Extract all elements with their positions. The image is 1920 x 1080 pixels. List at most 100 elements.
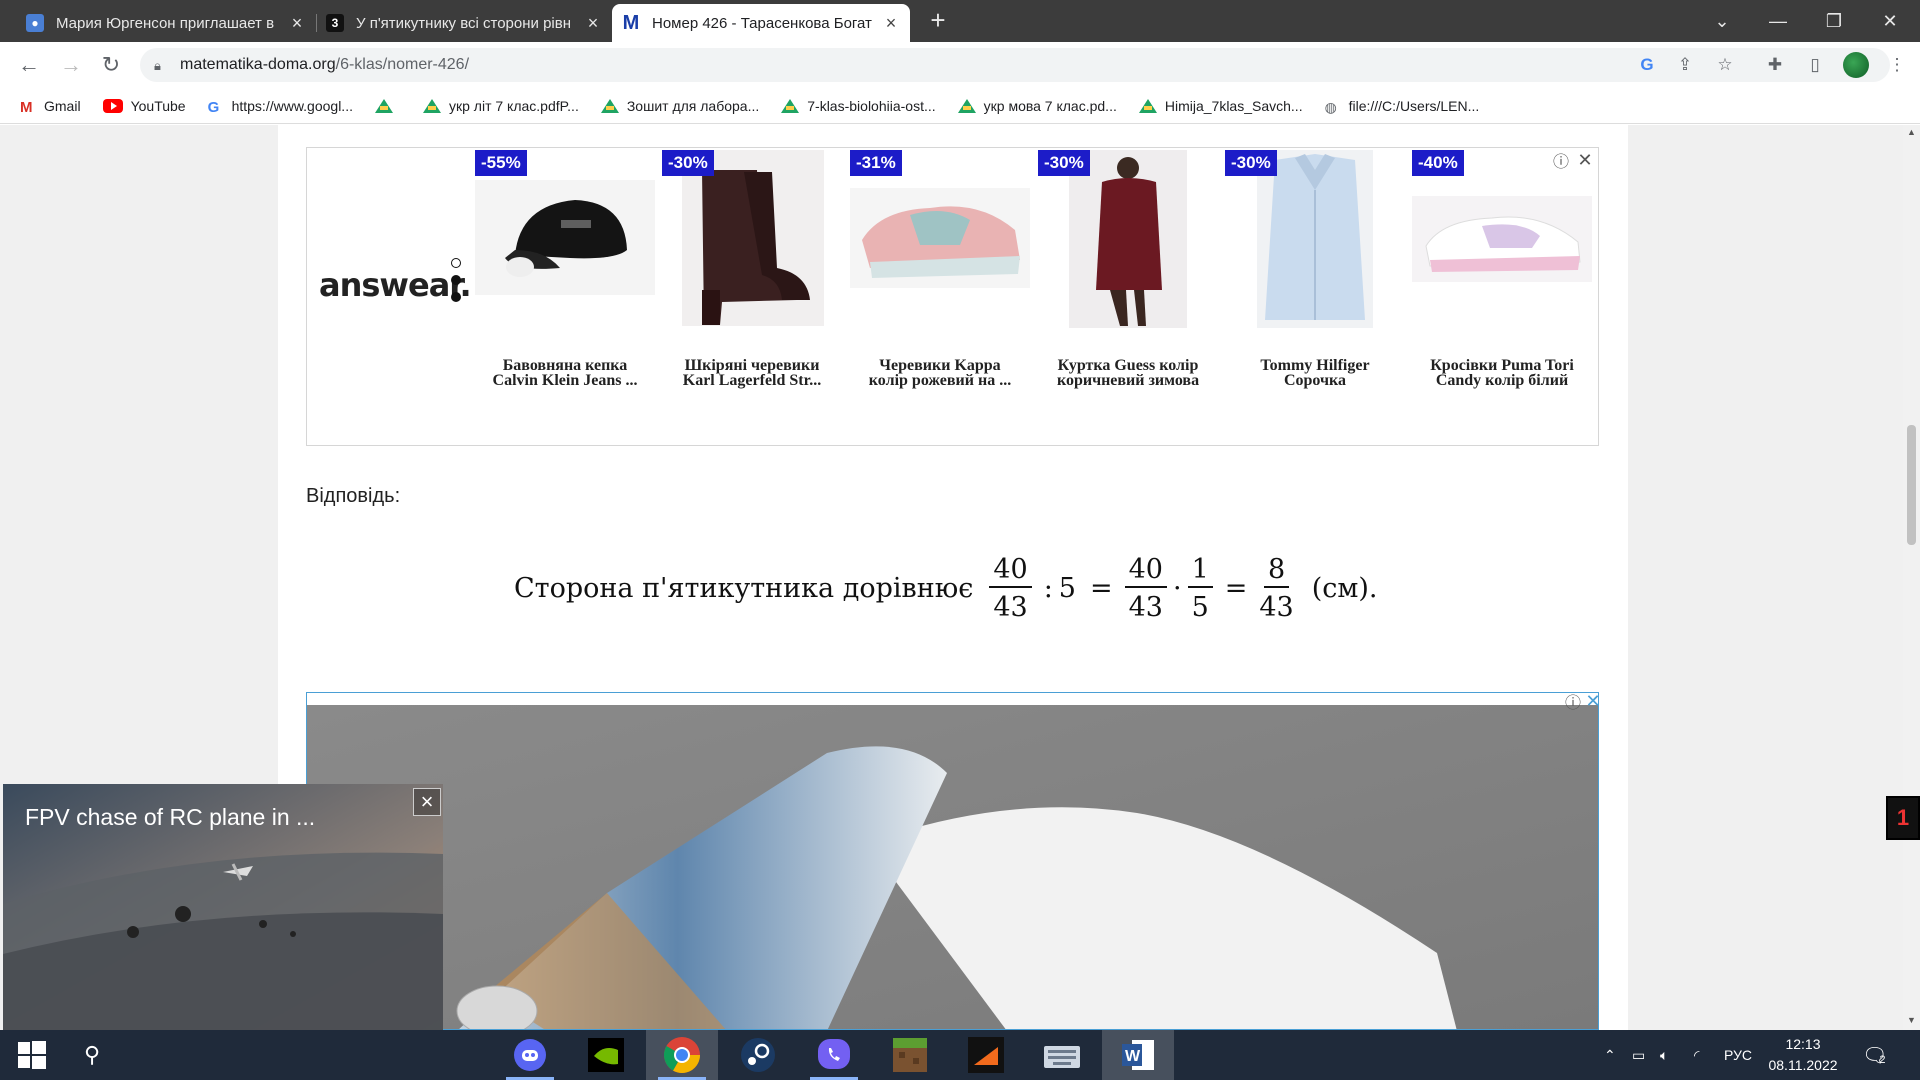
bookmark-gmail[interactable]: M Gmail — [20, 98, 81, 116]
menu-icon[interactable]: ⋮ — [1886, 54, 1908, 76]
drive-icon — [781, 98, 800, 113]
bookmark-drive[interactable] — [374, 98, 401, 113]
bookmark-label: 7-klas-biolohiia-ost... — [807, 97, 936, 114]
taskbar-word[interactable]: W — [1102, 1030, 1174, 1080]
carousel-dot[interactable] — [451, 258, 461, 268]
ad-info-icon[interactable]: ⓘ — [1563, 693, 1583, 712]
bookmark-star-icon[interactable]: ☆ — [1714, 54, 1736, 76]
new-tab-button[interactable]: + — [925, 7, 951, 34]
product-image-boots — [662, 150, 842, 330]
scroll-up-icon[interactable]: ▲ — [1907, 127, 1916, 137]
ad-top-strip — [307, 693, 1598, 705]
viber-icon — [818, 1039, 850, 1069]
side-widget-button[interactable]: 1 — [1886, 796, 1920, 840]
formula-operator: = — [1089, 572, 1113, 604]
share-icon[interactable]: ⇪ — [1674, 54, 1696, 76]
restore-icon[interactable]: ❐ — [1806, 0, 1862, 42]
formula-operator: = — [1224, 572, 1248, 604]
discord-icon — [514, 1039, 546, 1071]
bookmark-label: Himija_7klas_Savch... — [1164, 97, 1303, 114]
browser-toolbar: ← → ↻ 🔒︎ matematika-doma.org/6-klas/nome… — [0, 42, 1920, 88]
wifi-icon[interactable]: ◜ — [1694, 1030, 1699, 1080]
search-icon[interactable]: ⚲ — [64, 1030, 120, 1080]
bookmark-biology[interactable]: 7-klas-biolohiia-ost... — [781, 97, 936, 114]
tab-2[interactable]: 3 У п'ятикутнику всі сторони рівн × — [316, 4, 612, 42]
bookmark-google[interactable]: Ghttps://www.googl... — [207, 98, 353, 116]
discount-badge: -40% — [1412, 150, 1464, 176]
profile-avatar[interactable] — [1843, 52, 1869, 78]
carousel-dot[interactable] — [451, 292, 461, 302]
product-image-white-sneakers — [1412, 150, 1592, 330]
close-icon[interactable]: × — [413, 788, 441, 816]
tab-search-icon[interactable]: ⌄ — [1694, 0, 1750, 42]
bookmark-youtube[interactable]: YouTube — [102, 98, 186, 114]
bookmark-local-file[interactable]: ◍ file:///C:/Users/LEN... — [1325, 98, 1480, 115]
scrollbar-thumb[interactable] — [1907, 425, 1916, 545]
language-indicator[interactable]: РУС — [1724, 1030, 1752, 1080]
bookmark-ukr-mova[interactable]: укр мова 7 клас.pd... — [957, 98, 1117, 114]
start-button[interactable] — [0, 1030, 64, 1080]
taskbar-viber[interactable] — [798, 1030, 870, 1080]
reload-icon[interactable]: ↻ — [96, 50, 126, 80]
ad-brand-logo[interactable]: answear. — [319, 266, 472, 304]
product-card[interactable]: -30% Куртка Guess колір коричневий зимова — [1038, 150, 1218, 400]
lock-icon: 🔒︎ — [154, 58, 161, 73]
drive-icon — [422, 98, 441, 113]
carousel-dot[interactable] — [451, 275, 461, 285]
forward-icon[interactable]: → — [56, 50, 86, 80]
bookmark-ukr-lit[interactable]: укр літ 7 клас.pdfP... — [422, 98, 579, 114]
taskbar-steam[interactable] — [722, 1030, 794, 1080]
tab-title: У п'ятикутнику всі сторони рівн — [356, 14, 572, 32]
youtube-icon — [102, 98, 123, 113]
taskbar-onscreen-keyboard[interactable] — [1026, 1030, 1098, 1080]
extensions-icon[interactable]: ✚ — [1764, 54, 1786, 76]
tab-3-active[interactable]: M Номер 426 - Тарасенкова Богат × — [612, 4, 910, 42]
fraction: 40 43 — [1124, 556, 1167, 621]
floating-video-player[interactable]: FPV chase of RC plane in ... × — [3, 784, 443, 1030]
google-icon: G — [207, 98, 220, 116]
taskbar-discord[interactable] — [494, 1030, 566, 1080]
product-name: Кросівки Puma Tori Candy колір білий — [1430, 357, 1574, 389]
close-icon[interactable]: × — [882, 13, 900, 33]
product-name: Куртка Guess колір коричневий зимова — [1056, 357, 1200, 389]
product-card[interactable]: -30% Шкіряні черевики Karl Lagerfeld Str.… — [662, 150, 842, 400]
scroll-down-icon[interactable]: ▼ — [1907, 1015, 1916, 1025]
minimize-icon[interactable]: — — [1750, 0, 1806, 42]
video-title: FPV chase of RC plane in ... — [25, 804, 316, 830]
back-icon[interactable]: ← — [14, 50, 44, 80]
carousel-dots[interactable] — [451, 258, 463, 309]
drive-icon — [374, 98, 393, 113]
product-ad-banner[interactable]: answear. ⓘ ✕ -55% Бавовняна кепка Calvin … — [306, 147, 1599, 446]
close-icon[interactable]: × — [288, 13, 306, 33]
notifications-icon[interactable]: 🗨︎ 2 — [1862, 1030, 1887, 1080]
tab-1[interactable]: ● Мария Юргенсон приглашает в × — [16, 4, 316, 42]
address-bar[interactable]: 🔒︎ matematika-doma.org/6-klas/nomer-426/ — [140, 48, 1890, 82]
fraction: 15 — [1187, 556, 1213, 621]
page-scrollbar[interactable]: ▲ ▼ — [1903, 125, 1920, 1030]
clock-date: 08.11.2022 — [1768, 1057, 1838, 1073]
windows-logo-icon — [18, 1041, 46, 1069]
taskbar-nvidia[interactable] — [570, 1030, 642, 1080]
nvidia-icon — [588, 1038, 624, 1072]
battery-icon[interactable]: ▭ — [1632, 1030, 1645, 1080]
system-clock[interactable]: 12:13 08.11.2022 — [1763, 1034, 1843, 1076]
bookmark-zoshyt[interactable]: Зошит для лабора... — [600, 98, 759, 114]
image-ad-banner[interactable]: ⓘ ✕ — [306, 692, 1599, 1030]
close-icon[interactable]: × — [584, 13, 602, 33]
taskbar-app-launcher[interactable] — [950, 1030, 1022, 1080]
bookmark-himija[interactable]: Himija_7klas_Savch... — [1138, 97, 1303, 114]
product-card[interactable]: -40% Кросівки Puma Tori Candy колір білий — [1412, 150, 1592, 400]
product-card[interactable]: -31% Черевики Kappa колір рожевий на ... — [850, 150, 1030, 400]
taskbar-chrome[interactable] — [646, 1030, 718, 1080]
google-translate-icon[interactable]: G — [1636, 54, 1658, 76]
side-panel-icon[interactable]: ▯ — [1804, 54, 1826, 76]
window-close-icon[interactable]: ✕ — [1862, 0, 1918, 42]
launcher-icon — [968, 1037, 1004, 1073]
tray-chevron-icon[interactable]: ⌃ — [1604, 1030, 1616, 1080]
ad-close-icon[interactable]: ✕ — [1583, 693, 1598, 711]
product-name: Tommy Hilfiger Сорочка — [1260, 357, 1370, 389]
product-card[interactable]: -55% Бавовняна кепка Calvin Klein Jeans .… — [475, 150, 655, 400]
taskbar-minecraft[interactable] — [874, 1030, 946, 1080]
volume-icon[interactable]: 🔈︎ — [1660, 1030, 1668, 1080]
product-card[interactable]: -30% Tommy Hilfiger Сорочка — [1225, 150, 1405, 400]
